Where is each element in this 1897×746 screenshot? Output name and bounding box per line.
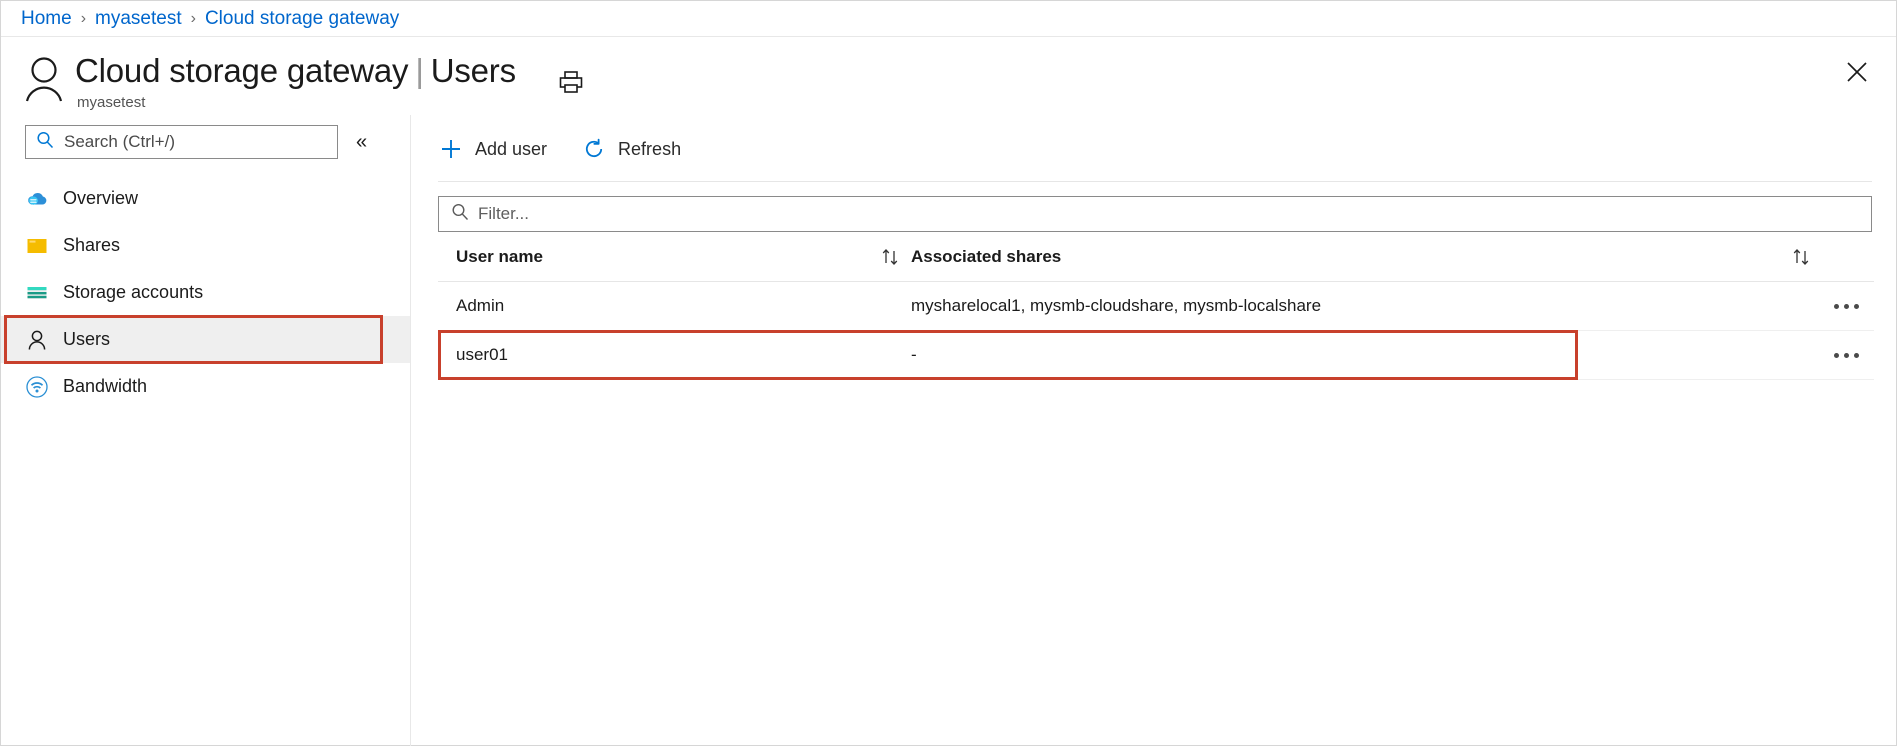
sidebar-item-bandwidth[interactable]: Bandwidth bbox=[1, 363, 410, 410]
sidebar-item-label: Storage accounts bbox=[63, 282, 203, 303]
title-block: Cloud storage gateway|Users myasetest bbox=[75, 51, 516, 111]
breadcrumb-separator-icon: › bbox=[81, 10, 86, 28]
refresh-icon bbox=[581, 136, 607, 162]
row-actions-cell bbox=[1818, 298, 1874, 315]
refresh-label: Refresh bbox=[618, 139, 681, 160]
sidebar-item-label: Shares bbox=[63, 235, 120, 256]
refresh-button[interactable]: Refresh bbox=[581, 136, 681, 162]
page-title: Cloud storage gateway|Users bbox=[75, 51, 516, 91]
blade-body: « Overview bbox=[1, 115, 1896, 746]
print-icon[interactable] bbox=[556, 67, 586, 97]
sidebar-nav: Overview Shares bbox=[1, 175, 410, 410]
sidebar-search-row: « bbox=[1, 125, 410, 159]
sidebar: « Overview bbox=[1, 115, 411, 746]
page-title-resource: Cloud storage gateway bbox=[75, 52, 408, 89]
breadcrumb-separator-icon: › bbox=[191, 10, 196, 28]
breadcrumb-item-myasetest[interactable]: myasetest bbox=[95, 8, 182, 30]
plus-icon bbox=[438, 136, 464, 162]
sidebar-item-label: Users bbox=[63, 329, 110, 350]
cell-user-name: user01 bbox=[438, 345, 873, 365]
sidebar-item-label: Bandwidth bbox=[63, 376, 147, 397]
folder-icon bbox=[25, 234, 49, 258]
sidebar-item-storage-accounts[interactable]: Storage accounts bbox=[1, 269, 410, 316]
search-icon bbox=[451, 203, 469, 226]
resource-name-label: myasetest bbox=[77, 94, 516, 111]
column-header-user-name[interactable]: User name bbox=[438, 247, 873, 267]
column-header-associated-shares[interactable]: Associated shares bbox=[907, 247, 1784, 267]
main-content: Add user Refresh bbox=[411, 115, 1896, 746]
user-icon bbox=[25, 328, 49, 352]
command-bar-divider bbox=[438, 181, 1872, 182]
sort-updown-icon[interactable] bbox=[1784, 247, 1818, 267]
table-row[interactable]: Admin mysharelocal1, mysmb-cloudshare, m… bbox=[438, 282, 1874, 331]
table-header-row: User name Associated shares bbox=[438, 232, 1874, 282]
bandwidth-icon bbox=[25, 375, 49, 399]
filter-input-wrapper[interactable] bbox=[438, 196, 1872, 232]
page-title-section: Users bbox=[431, 52, 516, 89]
search-input-wrapper[interactable] bbox=[25, 125, 338, 159]
breadcrumb-item-cloud-storage-gateway[interactable]: Cloud storage gateway bbox=[205, 8, 399, 30]
users-table: User name Associated shares bbox=[438, 232, 1874, 380]
cloud-icon bbox=[25, 187, 49, 211]
sidebar-item-overview[interactable]: Overview bbox=[1, 175, 410, 222]
table-row[interactable]: user01 - bbox=[438, 331, 1874, 380]
cell-associated-shares: - bbox=[907, 345, 1784, 365]
search-icon bbox=[36, 131, 54, 154]
user-avatar-icon bbox=[21, 55, 67, 103]
more-options-icon[interactable] bbox=[1830, 298, 1863, 315]
cell-associated-shares: mysharelocal1, mysmb-cloudshare, mysmb-l… bbox=[907, 296, 1784, 316]
add-user-button[interactable]: Add user bbox=[438, 136, 547, 162]
sort-updown-icon[interactable] bbox=[873, 247, 907, 267]
sidebar-item-users[interactable]: Users bbox=[1, 316, 410, 363]
command-bar: Add user Refresh bbox=[436, 129, 1872, 169]
storage-account-icon bbox=[25, 281, 49, 305]
users-highlight-box bbox=[4, 315, 383, 364]
sidebar-item-label: Overview bbox=[63, 188, 138, 209]
close-icon[interactable] bbox=[1840, 55, 1874, 89]
collapse-sidebar-icon[interactable]: « bbox=[356, 131, 365, 154]
breadcrumb-item-home[interactable]: Home bbox=[21, 8, 72, 30]
sidebar-item-shares[interactable]: Shares bbox=[1, 222, 410, 269]
page-title-separator: | bbox=[415, 52, 423, 89]
row-actions-cell bbox=[1818, 347, 1874, 364]
filter-input[interactable] bbox=[476, 203, 1871, 225]
search-input[interactable] bbox=[62, 131, 337, 153]
azure-portal-blade: Home › myasetest › Cloud storage gateway… bbox=[0, 0, 1897, 746]
blade-header: Cloud storage gateway|Users myasetest bbox=[1, 37, 1896, 115]
more-options-icon[interactable] bbox=[1830, 347, 1863, 364]
cell-user-name: Admin bbox=[438, 296, 873, 316]
breadcrumb: Home › myasetest › Cloud storage gateway bbox=[1, 1, 1896, 37]
add-user-label: Add user bbox=[475, 139, 547, 160]
